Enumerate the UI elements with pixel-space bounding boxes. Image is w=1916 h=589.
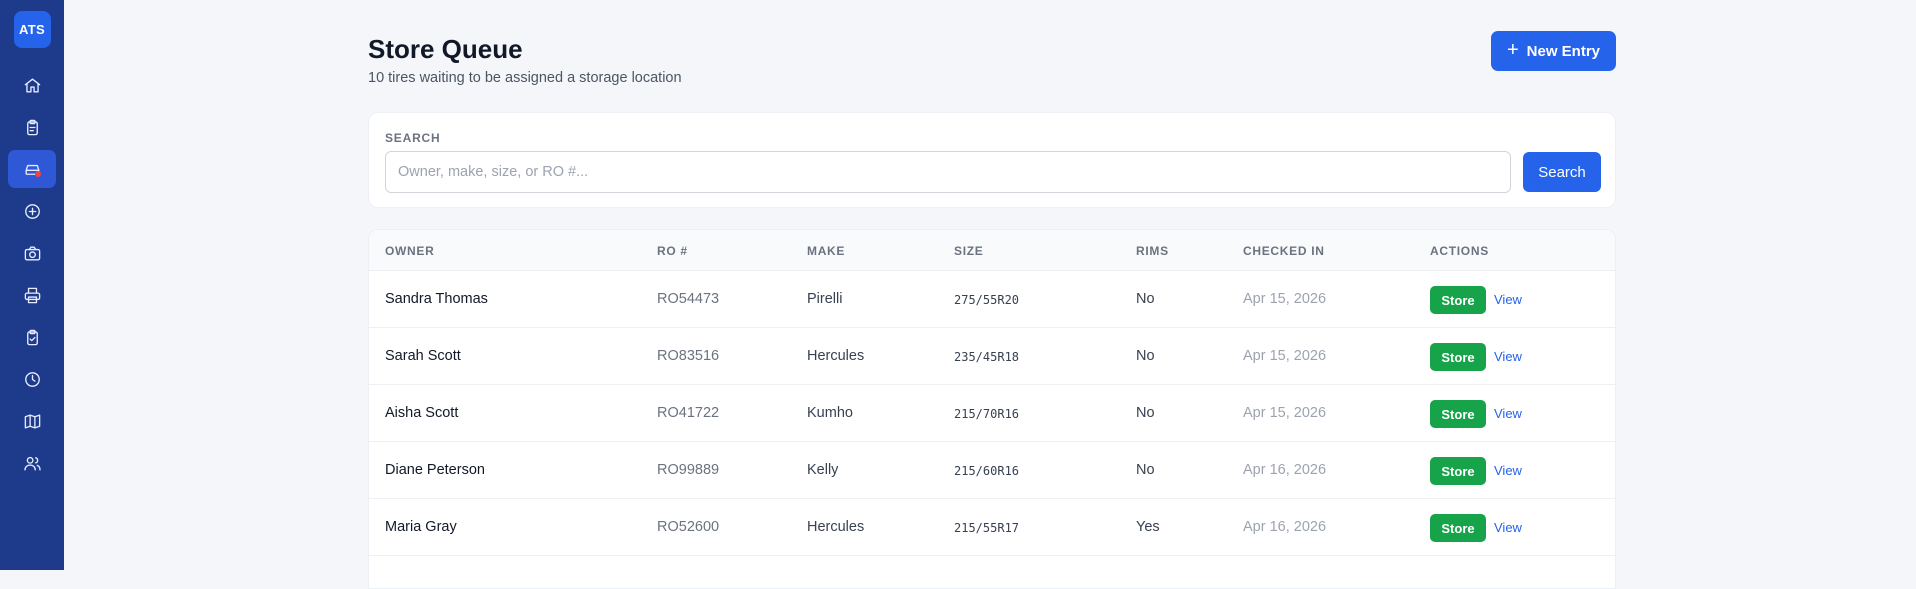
view-link[interactable]: View [1494, 349, 1522, 364]
rims-cell: No [1136, 291, 1155, 307]
ro-cell: RO54473 [657, 291, 720, 307]
app-logo[interactable]: ATS [13, 11, 51, 48]
clipboard-icon [26, 119, 38, 135]
sidebar-item-map[interactable] [8, 402, 56, 440]
store-button[interactable]: Store [1430, 286, 1486, 314]
column-header-make[interactable]: MAKE [807, 244, 845, 258]
column-header-size[interactable]: SIZE [954, 244, 983, 258]
size-cell: 275/55R20 [954, 293, 1020, 307]
rims-cell: No [1136, 462, 1155, 478]
table-header: OWNER RO # MAKE SIZE RIMS CHECKED IN ACT… [369, 230, 1615, 271]
size-cell: 215/60R16 [954, 464, 1020, 478]
plus-icon: + [1506, 39, 1519, 61]
main-content: Store Queue 10 tires waiting to be assig… [368, 0, 1616, 589]
rims-cell: No [1136, 405, 1155, 421]
checked-in-cell: Apr 16, 2026 [1243, 462, 1327, 478]
checked-in-cell: Apr 15, 2026 [1243, 291, 1327, 307]
page-subtitle: 10 tires waiting to be assigned a storag… [368, 70, 682, 86]
column-header-owner[interactable]: OWNER [385, 244, 435, 258]
table-row[interactable]: Aisha Scott RO41722 Kumho 215/70R16 No A… [369, 385, 1615, 442]
new-entry-button[interactable]: + New Entry [1490, 31, 1616, 71]
search-input[interactable] [385, 151, 1511, 193]
make-cell: Pirelli [807, 291, 843, 307]
clipboard-check-icon [26, 329, 38, 345]
table-row[interactable]: Maria Gray RO52600 Hercules 215/55R17 Ye… [369, 499, 1615, 556]
sidebar-item-store-queue[interactable] [8, 150, 56, 188]
camera-icon [24, 245, 40, 261]
size-cell: 235/45R18 [954, 350, 1020, 364]
make-cell: Kelly [807, 462, 839, 478]
page-header: Store Queue 10 tires waiting to be assig… [368, 0, 1616, 110]
make-cell: Hercules [807, 519, 865, 535]
column-header-ro[interactable]: RO # [657, 244, 688, 258]
owner-cell: Diane Peterson [385, 462, 485, 478]
search-button[interactable]: Search [1523, 152, 1601, 192]
checked-in-cell: Apr 15, 2026 [1243, 348, 1327, 364]
sidebar-item-users[interactable] [8, 444, 56, 482]
view-link[interactable]: View [1494, 520, 1522, 535]
column-header-rims[interactable]: RIMS [1136, 244, 1169, 258]
sidebar-item-add[interactable] [8, 192, 56, 230]
map-icon [24, 413, 40, 429]
sidebar-item-clipboard[interactable] [8, 108, 56, 146]
checked-in-cell: Apr 15, 2026 [1243, 405, 1327, 421]
sidebar-item-home[interactable] [8, 66, 56, 104]
sidebar-item-history[interactable] [8, 360, 56, 398]
size-cell: 215/55R17 [954, 521, 1020, 535]
sidebar-item-checklist[interactable] [8, 318, 56, 356]
new-entry-label: New Entry [1526, 42, 1600, 60]
store-button[interactable]: Store [1430, 343, 1486, 371]
owner-cell: Maria Gray [385, 519, 457, 535]
store-button[interactable]: Store [1430, 400, 1486, 428]
clock-icon [24, 371, 40, 387]
sidebar-nav [8, 66, 56, 486]
column-header-actions: ACTIONS [1430, 244, 1489, 258]
page-title: Store Queue [368, 34, 523, 64]
size-cell: 215/70R16 [954, 407, 1020, 421]
store-button[interactable]: Store [1430, 457, 1486, 485]
ro-cell: RO41722 [657, 405, 720, 421]
users-icon [23, 456, 41, 471]
ro-cell: RO52600 [657, 519, 720, 535]
owner-cell: Sarah Scott [385, 348, 461, 364]
store-button[interactable]: Store [1430, 514, 1486, 542]
table-row[interactable]: Sandra Thomas RO54473 Pirelli 275/55R20 … [369, 271, 1615, 328]
sidebar-item-print[interactable] [8, 276, 56, 314]
rims-cell: Yes [1136, 519, 1160, 535]
store-queue-table: OWNER RO # MAKE SIZE RIMS CHECKED IN ACT… [368, 229, 1616, 589]
search-panel: SEARCH Search [368, 112, 1616, 208]
printer-icon [24, 287, 40, 303]
sidebar-item-camera[interactable] [8, 234, 56, 272]
plus-circle-icon [24, 203, 40, 219]
ro-cell: RO99889 [657, 462, 720, 478]
view-link[interactable]: View [1494, 463, 1522, 478]
home-icon [24, 77, 40, 93]
view-link[interactable]: View [1494, 406, 1522, 421]
make-cell: Hercules [807, 348, 865, 364]
column-header-checked-in[interactable]: CHECKED IN [1243, 244, 1325, 258]
owner-cell: Sandra Thomas [385, 291, 488, 307]
make-cell: Kumho [807, 405, 853, 421]
ro-cell: RO83516 [657, 348, 720, 364]
view-link[interactable]: View [1494, 292, 1522, 307]
sidebar: ATS [0, 0, 64, 570]
table-row[interactable]: Diane Peterson RO99889 Kelly 215/60R16 N… [369, 442, 1615, 499]
rims-cell: No [1136, 348, 1155, 364]
notification-dot [35, 171, 41, 177]
search-label: SEARCH [385, 131, 441, 145]
table-row[interactable]: Sarah Scott RO83516 Hercules 235/45R18 N… [369, 328, 1615, 385]
owner-cell: Aisha Scott [385, 405, 459, 421]
checked-in-cell: Apr 16, 2026 [1243, 519, 1327, 535]
